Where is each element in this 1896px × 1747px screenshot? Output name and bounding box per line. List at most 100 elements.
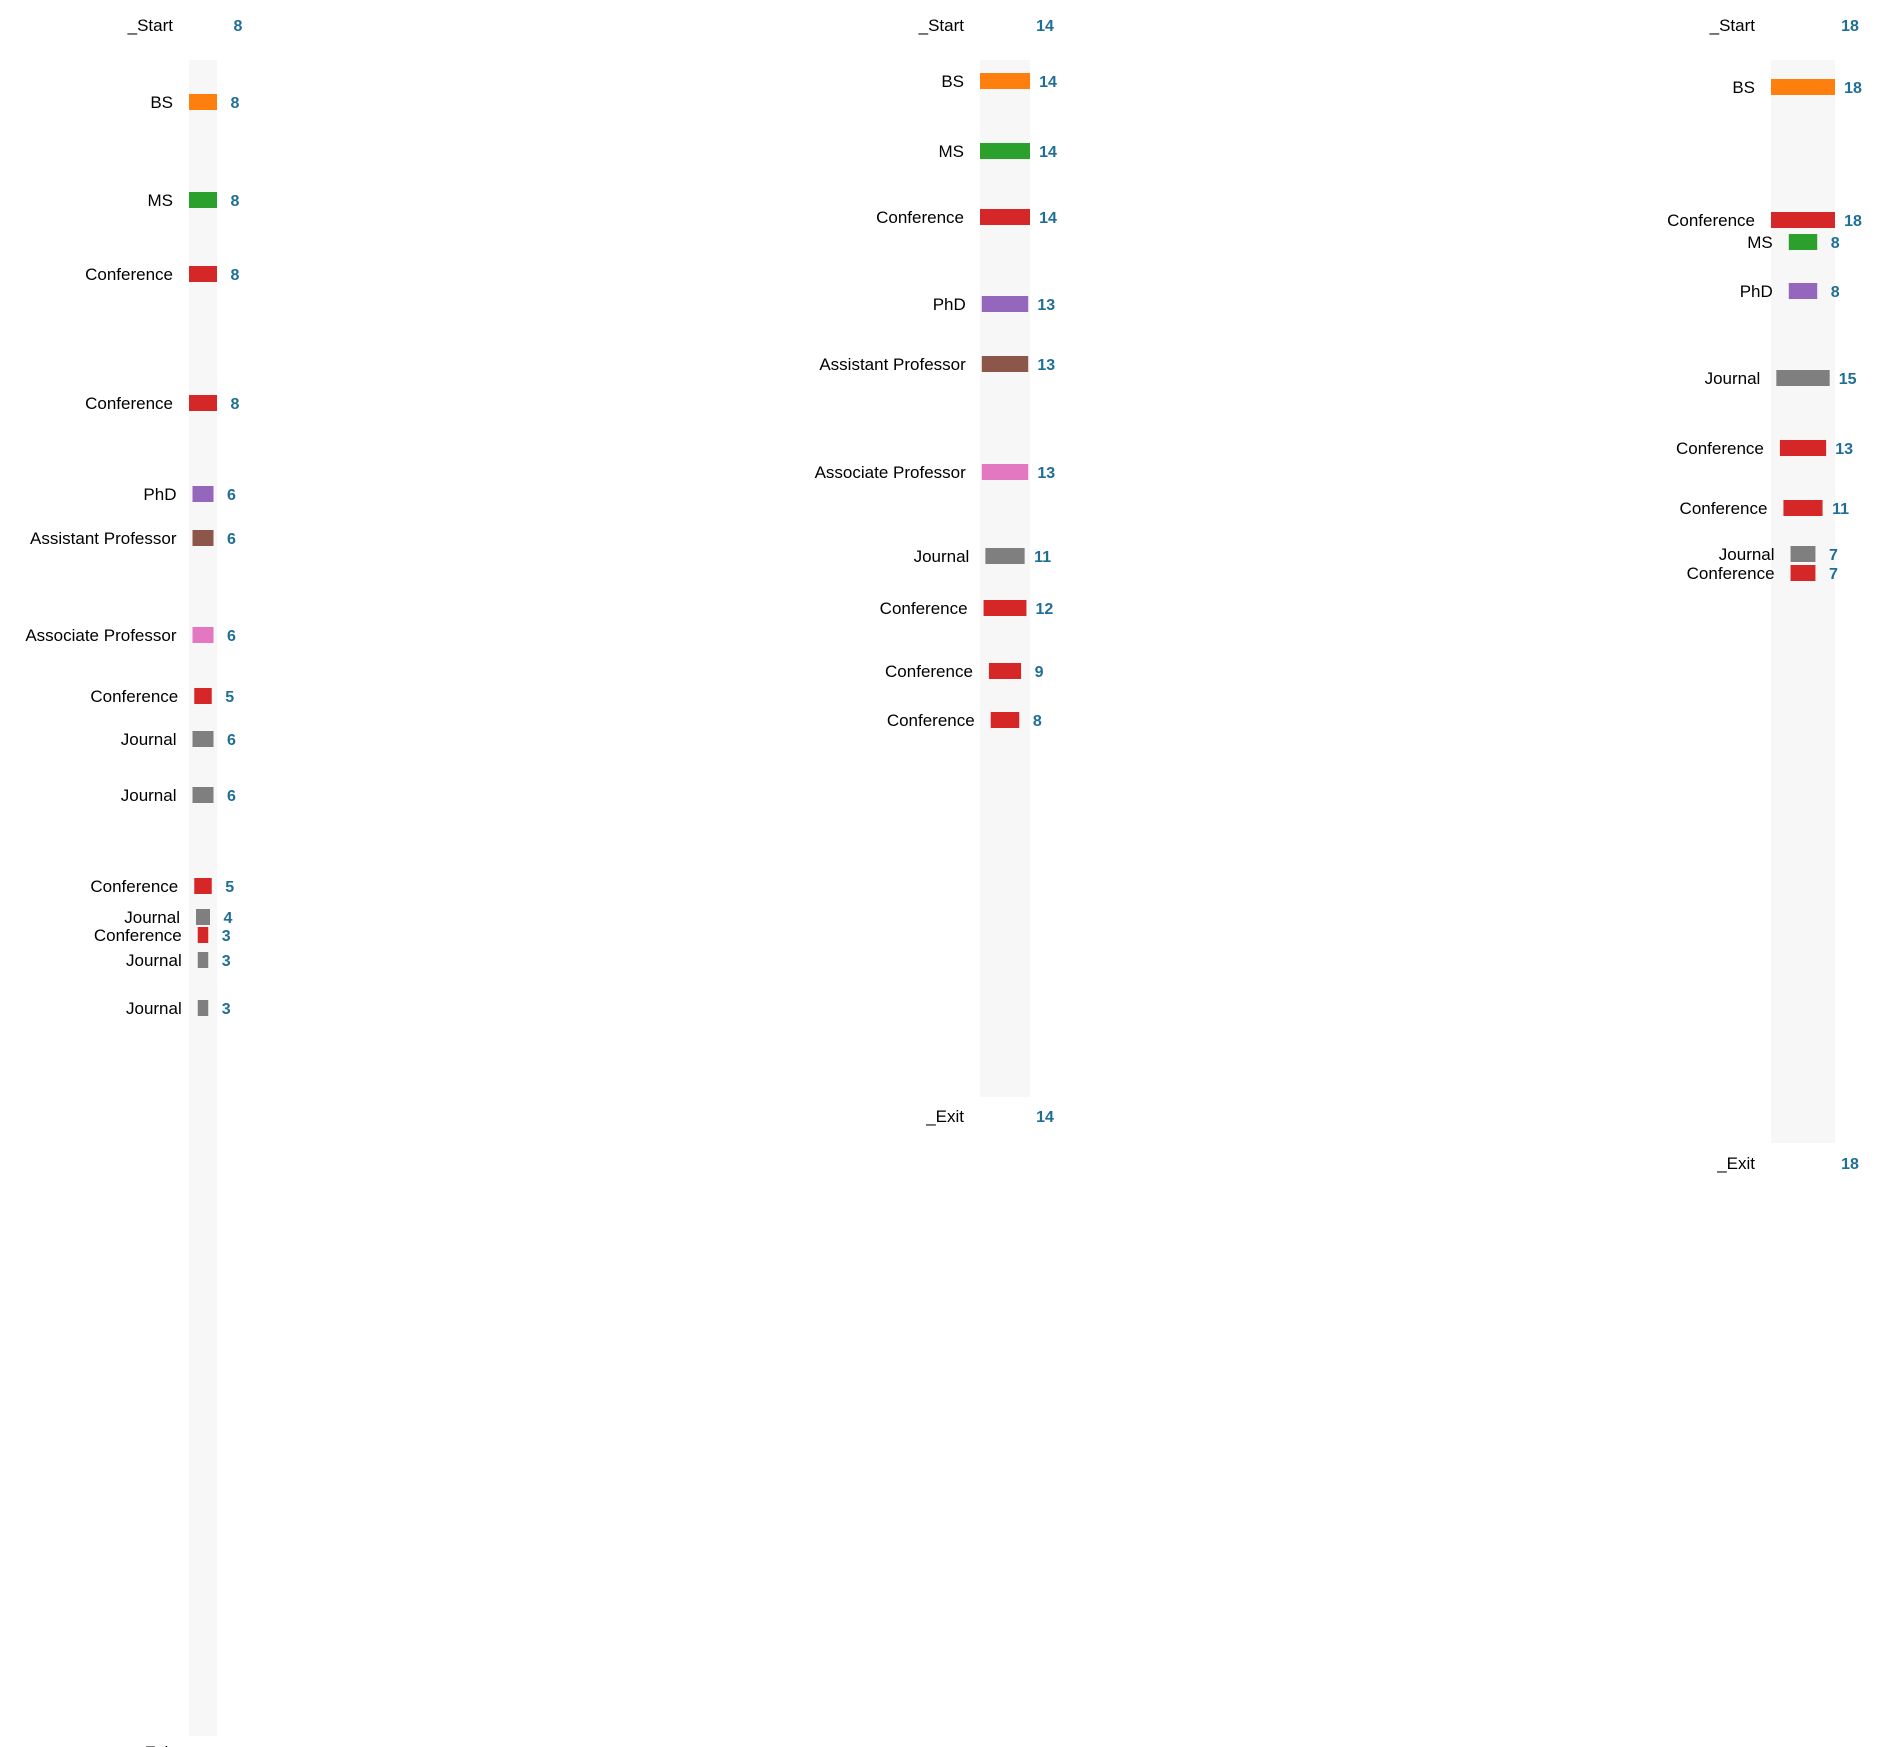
bar-assistant-professor (192, 530, 214, 546)
bar-journal (197, 952, 209, 968)
bar-associate-professor (192, 627, 214, 643)
bar-journal (1776, 370, 1830, 386)
node-label: Associate Professor (815, 463, 967, 482)
node-label: Conference (90, 687, 178, 706)
node-label: Conference (94, 926, 182, 945)
bar-conference (1779, 440, 1827, 456)
node-count: 15 (1839, 371, 1857, 388)
node-label: PhD (933, 295, 966, 314)
bar-journal (192, 731, 214, 747)
node-label: MS (1747, 233, 1773, 252)
node-count: 7 (1829, 566, 1838, 583)
node-count: 14 (1039, 144, 1057, 161)
node-count: 8 (231, 267, 240, 284)
node-count: 6 (227, 487, 236, 504)
node-count: 6 (227, 531, 236, 548)
start-label: _Start (918, 16, 965, 35)
node-label: MS (939, 142, 965, 161)
node-label: Journal (121, 730, 177, 749)
bar-conference (1783, 500, 1823, 516)
node-label: Conference (1676, 439, 1764, 458)
bar-ms (189, 192, 217, 208)
node-label: Conference (90, 877, 178, 896)
sequence-column-3: _Start 18 _Exit 18 BS 18 Conference 18 MS 8 PhD 8 Jo… (1667, 16, 1862, 1173)
exit-label: _Exit (925, 1107, 964, 1126)
node-label: Conference (885, 662, 973, 681)
node-count: 8 (231, 95, 240, 112)
node-label: Journal (126, 951, 182, 970)
exit-label: _Exit (134, 1743, 173, 1747)
node-label: Journal (121, 786, 177, 805)
node-count: 13 (1037, 465, 1055, 482)
node-label: Conference (876, 208, 964, 227)
column-track (189, 60, 217, 1736)
node-label: Assistant Professor (819, 355, 966, 374)
node-count: 8 (1033, 713, 1042, 730)
node-label: Conference (1680, 499, 1768, 518)
node-label: PhD (143, 485, 176, 504)
start-count: 14 (1036, 18, 1054, 35)
node-label: BS (150, 93, 173, 112)
bar-phd (192, 486, 214, 502)
bar-bs (1771, 79, 1835, 95)
bar-conference (990, 712, 1020, 728)
node-label: Conference (887, 711, 975, 730)
bar-conference (194, 878, 212, 894)
bar-conference (189, 266, 217, 282)
bar-journal (197, 1000, 209, 1016)
node-label: Conference (85, 265, 173, 284)
sequence-column-2: _Start 14 _Exit 14 BS 14 MS 14 Conference 14 PhD 13… (815, 16, 1057, 1126)
node-count: 14 (1039, 210, 1057, 227)
start-count: 18 (1841, 18, 1859, 35)
node-count: 3 (222, 1001, 231, 1018)
start-label: _Start (1709, 16, 1756, 35)
node-label: Journal (124, 908, 180, 927)
node-count: 13 (1037, 297, 1055, 314)
bar-conference (983, 600, 1027, 616)
node-label: MS (148, 191, 174, 210)
node-count: 11 (1034, 549, 1051, 566)
bar-journal (985, 548, 1025, 564)
node-count: 8 (1831, 284, 1840, 301)
node-count: 13 (1037, 357, 1055, 374)
bar-conference (197, 927, 209, 943)
bar-phd (1788, 283, 1818, 299)
node-label: Journal (914, 547, 970, 566)
node-label: Assistant Professor (30, 529, 177, 548)
node-label: Conference (1667, 211, 1755, 230)
node-count: 6 (227, 732, 236, 749)
bar-ms (1788, 234, 1818, 250)
bar-conference (988, 663, 1022, 679)
bar-journal (196, 909, 210, 925)
bar-associate-professor (981, 464, 1029, 480)
node-count: 6 (227, 628, 236, 645)
bar-ms (980, 143, 1030, 159)
node-label: Associate Professor (25, 626, 177, 645)
node-label: PhD (1740, 282, 1773, 301)
node-label: Journal (1705, 369, 1761, 388)
node-count: 11 (1832, 501, 1849, 518)
exit-label: _Exit (1716, 1154, 1755, 1173)
sequence-column-1: _Start 8 _Exit 8 BS 8 MS 8 Conference 8 Conference… (25, 16, 242, 1747)
node-label: Conference (880, 599, 968, 618)
node-label: Journal (1719, 545, 1775, 564)
node-count: 5 (225, 689, 234, 706)
node-count: 3 (222, 928, 231, 945)
node-label: Journal (126, 999, 182, 1018)
bar-phd (981, 296, 1029, 312)
node-label: Conference (1687, 564, 1775, 583)
career-sequence-chart: _Start 8 _Exit 8 BS 8 MS 8 Conference 8 Conference… (25, 16, 1862, 1747)
bar-conference (980, 209, 1030, 225)
start-count: 8 (234, 18, 243, 35)
bar-assistant-professor (981, 356, 1029, 372)
bar-conference (189, 395, 217, 411)
bar-journal (1790, 546, 1816, 562)
exit-count: 14 (1036, 1109, 1054, 1126)
node-count: 14 (1039, 74, 1057, 91)
node-label: Conference (85, 394, 173, 413)
node-label: BS (941, 72, 964, 91)
node-count: 4 (224, 910, 233, 927)
bar-conference (194, 688, 212, 704)
node-count: 6 (227, 788, 236, 805)
node-label: BS (1732, 78, 1755, 97)
